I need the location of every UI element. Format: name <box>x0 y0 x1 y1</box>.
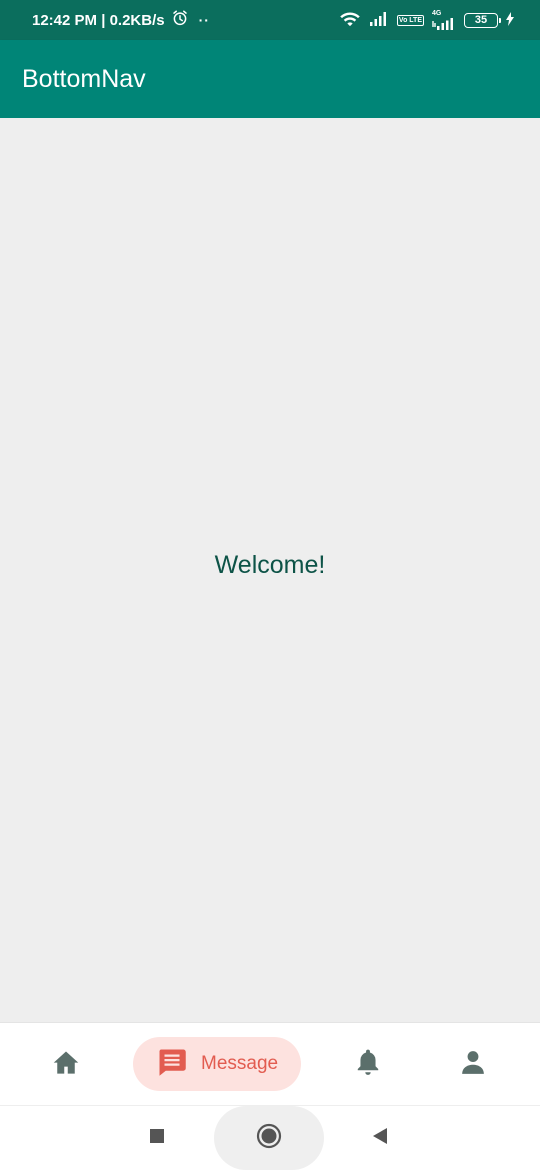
home-icon <box>52 1049 80 1080</box>
wifi-icon <box>339 11 361 30</box>
main-content: Welcome! <box>0 118 540 1022</box>
circle-icon <box>256 1123 282 1154</box>
back-triangle-icon <box>371 1127 389 1150</box>
person-icon <box>460 1049 486 1080</box>
welcome-text: Welcome! <box>214 551 326 579</box>
square-icon <box>149 1128 165 1149</box>
status-time-speed: 12:42 PM | 0.2KB/s <box>32 11 165 29</box>
volte-badge: Vo LTE <box>396 14 424 26</box>
app-screen: 12:42 PM | 0.2KB/s ·· Vo LTE 4G 35 Botto… <box>0 0 540 1170</box>
nav-item-home[interactable] <box>30 1023 102 1106</box>
app-bar: BottomNav <box>0 40 540 118</box>
home-button[interactable] <box>214 1106 324 1170</box>
status-left: 12:42 PM | 0.2KB/s ·· <box>32 9 210 31</box>
status-dots: ·· <box>198 12 210 28</box>
alarm-icon <box>171 9 189 31</box>
nav-item-notifications[interactable] <box>332 1023 404 1106</box>
battery-icon: 35 <box>464 12 501 28</box>
system-navigation-bar <box>0 1105 540 1170</box>
status-bar: 12:42 PM | 0.2KB/s ·· Vo LTE 4G 35 <box>0 0 540 40</box>
nav-item-profile[interactable] <box>437 1023 509 1106</box>
recents-button[interactable] <box>137 1106 177 1170</box>
signal-icon <box>369 11 389 29</box>
message-icon <box>157 1047 187 1082</box>
network-label: 4G <box>432 10 442 17</box>
back-button[interactable] <box>360 1106 400 1170</box>
charging-icon <box>506 11 514 29</box>
network-type: 4G <box>432 10 456 30</box>
bell-icon <box>355 1048 381 1081</box>
nav-item-message[interactable]: Message <box>133 1037 301 1091</box>
status-right: Vo LTE 4G 35 <box>339 10 514 30</box>
nav-item-message-label: Message <box>201 1053 279 1074</box>
app-title: BottomNav <box>22 64 146 93</box>
bottom-navigation: Message <box>0 1022 540 1105</box>
